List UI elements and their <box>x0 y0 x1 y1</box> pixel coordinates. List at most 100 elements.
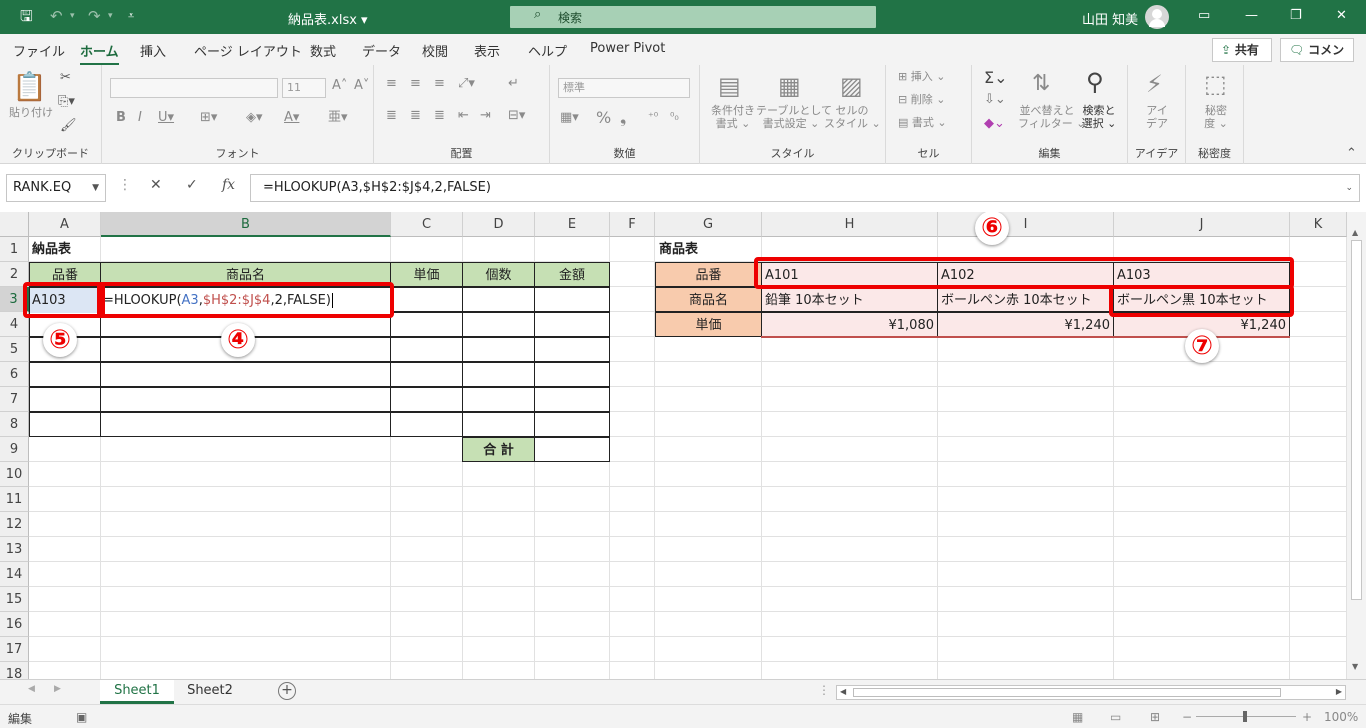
sort-filter-icon[interactable]: ⇅ <box>1032 71 1050 96</box>
column-header[interactable]: K <box>1290 212 1347 237</box>
prev-sheet-icon[interactable]: ◀ <box>28 684 35 694</box>
number-format-combo[interactable]: 標準 <box>558 78 690 98</box>
enter-icon[interactable]: ✓ <box>186 177 198 193</box>
bold-icon[interactable]: B <box>116 110 126 126</box>
column-header[interactable]: I <box>938 212 1114 237</box>
font-size-combo[interactable]: 11 <box>282 78 326 98</box>
right-align-icon[interactable]: ≣ <box>434 108 445 124</box>
invoice-cell[interactable] <box>390 337 463 362</box>
invoice-cell[interactable] <box>534 312 610 337</box>
scroll-left-icon[interactable]: ◀ <box>840 687 846 696</box>
row-header[interactable]: 13 <box>0 537 29 562</box>
zoom-out-icon[interactable]: − <box>1182 710 1192 724</box>
page-break-view-icon[interactable]: ⊞ <box>1150 710 1160 724</box>
tab-home[interactable]: ホーム <box>80 41 119 66</box>
zoom-slider-thumb[interactable] <box>1243 711 1247 722</box>
invoice-cell[interactable] <box>534 362 610 387</box>
top-align-icon[interactable]: ≡ <box>386 76 397 92</box>
invoice-cell[interactable] <box>390 362 463 387</box>
horizontal-scroll-thumb[interactable] <box>853 688 1281 697</box>
save-icon[interactable]: 🖫 <box>20 6 33 26</box>
page-layout-view-icon[interactable]: ▭ <box>1110 710 1121 724</box>
header-quantity[interactable]: 個数 <box>462 262 535 287</box>
row-header[interactable]: 17 <box>0 637 29 662</box>
total-value-cell[interactable] <box>534 437 610 462</box>
invoice-cell[interactable] <box>100 387 391 412</box>
expand-formula-icon[interactable]: ⌄ <box>1345 175 1353 201</box>
percent-icon[interactable]: % <box>596 108 611 127</box>
ideas-icon[interactable]: ⚡ <box>1146 70 1163 99</box>
formula-input[interactable]: =HLOOKUP(A3,$H$2:$J$4,2,FALSE) ⌄ <box>250 174 1360 202</box>
invoice-cell[interactable] <box>534 412 610 437</box>
font-name-combo[interactable] <box>110 78 278 98</box>
accounting-format-icon[interactable]: ▦▾ <box>560 110 579 126</box>
autosum-icon[interactable]: Σ⌄ <box>984 68 1008 87</box>
invoice-cell[interactable] <box>390 387 463 412</box>
center-align-icon[interactable]: ≣ <box>410 108 421 124</box>
tab-file[interactable]: ファイル <box>13 41 65 60</box>
next-sheet-icon[interactable]: ▶ <box>54 684 61 694</box>
tab-power-pivot[interactable]: Power Pivot <box>590 41 665 56</box>
ideas-button[interactable]: アイ デア <box>1142 104 1172 130</box>
vertical-scrollbar[interactable]: ▲ ▼ <box>1347 212 1366 679</box>
fill-color-icon[interactable]: ◈▾ <box>246 110 263 126</box>
product-label-price[interactable]: 単価 <box>655 312 762 337</box>
invoice-cell[interactable] <box>462 362 535 387</box>
phonetic-icon[interactable]: 亜▾ <box>328 110 348 126</box>
redo-dropdown-icon[interactable]: ▾ <box>108 6 113 26</box>
close-icon[interactable]: ✕ <box>1336 8 1347 23</box>
find-select-icon[interactable]: ⚲ <box>1086 68 1104 97</box>
border-icon[interactable]: ⊞▾ <box>200 110 217 126</box>
zoom-level[interactable]: 100% <box>1324 710 1358 724</box>
invoice-cell[interactable] <box>390 312 463 337</box>
product-name-cell[interactable]: ボールペン赤 10本セット <box>937 287 1114 312</box>
merge-center-icon[interactable]: ⊟▾ <box>508 108 525 124</box>
column-header[interactable]: J <box>1114 212 1290 237</box>
document-title[interactable]: 納品表.xlsx ▾ <box>288 9 368 28</box>
insert-function-icon[interactable]: fx <box>222 177 235 193</box>
horizontal-scrollbar[interactable]: ◀ ▶ <box>836 685 1346 700</box>
user-name[interactable]: 山田 知美 <box>1082 9 1138 28</box>
product-name-cell[interactable]: 鉛筆 10本セット <box>761 287 938 312</box>
conditional-format-button[interactable]: 条件付き 書式 ⌄ <box>706 104 760 130</box>
product-label-name[interactable]: 商品名 <box>655 287 762 312</box>
row-header[interactable]: 11 <box>0 487 29 512</box>
invoice-cell[interactable] <box>462 337 535 362</box>
product-price-cell[interactable]: ¥1,080 <box>761 312 938 337</box>
cut-icon[interactable]: ✂ <box>60 70 71 86</box>
row-header[interactable]: 1 <box>0 237 29 262</box>
decrease-decimal-icon[interactable]: ⁰₀ <box>670 110 679 124</box>
row-header[interactable]: 10 <box>0 462 29 487</box>
ribbon-display-icon[interactable]: ▭ <box>1198 8 1210 23</box>
format-as-table-icon[interactable]: ▦ <box>778 72 801 101</box>
avatar[interactable] <box>1145 5 1169 29</box>
sort-filter-button[interactable]: 並べ替えと フィルター ⌄ <box>1018 104 1086 130</box>
tab-data[interactable]: データ <box>362 41 401 60</box>
sheet-tab-sheet2[interactable]: Sheet2 <box>176 680 244 704</box>
row-header[interactable]: 18 <box>0 662 29 679</box>
tab-review[interactable]: 校閲 <box>422 41 448 60</box>
decrease-font-icon[interactable]: A˅ <box>354 78 369 94</box>
find-select-button[interactable]: 検索と 選択 ⌄ <box>1078 104 1120 130</box>
column-header[interactable]: D <box>463 212 535 237</box>
invoice-cell[interactable] <box>100 362 391 387</box>
invoice-cell[interactable] <box>462 287 535 312</box>
tab-insert[interactable]: 挿入 <box>140 41 166 60</box>
sensitivity-button[interactable]: 秘密 度 ⌄ <box>1196 104 1236 130</box>
invoice-cell[interactable] <box>534 387 610 412</box>
invoice-cell[interactable] <box>534 287 610 312</box>
column-header[interactable]: G <box>655 212 762 237</box>
comment-button[interactable]: 🗨 コメント <box>1280 38 1354 79</box>
scroll-divider-icon[interactable]: ⋮ <box>818 683 830 697</box>
delete-cells-button[interactable]: ⊟ 削除 ⌄ <box>898 93 945 107</box>
row-header[interactable]: 12 <box>0 512 29 537</box>
invoice-cell[interactable] <box>462 312 535 337</box>
italic-icon[interactable]: I <box>138 110 142 126</box>
collapse-ribbon-icon[interactable]: ⌃ <box>1346 146 1357 162</box>
paste-icon[interactable]: 📋 <box>12 70 47 103</box>
bottom-align-icon[interactable]: ≡ <box>434 76 445 92</box>
product-table-title[interactable]: 商品表 <box>659 237 698 262</box>
underline-icon[interactable]: U▾ <box>158 110 174 126</box>
wrap-text-icon[interactable]: ↵ <box>508 76 519 92</box>
decrease-indent-icon[interactable]: ⇤ <box>458 108 469 124</box>
